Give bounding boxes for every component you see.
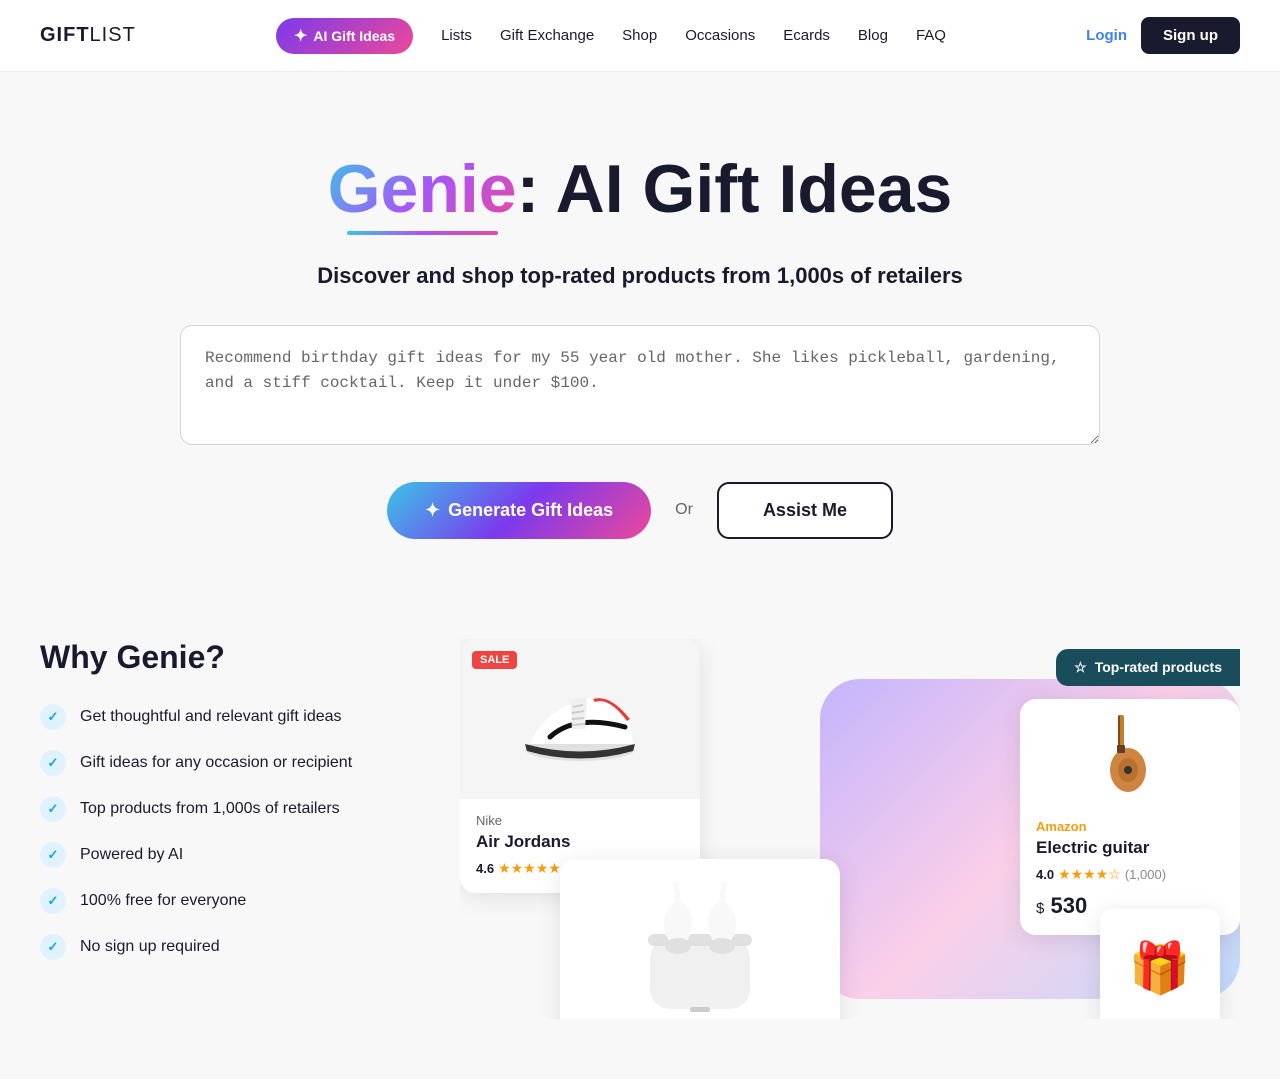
stars: ★★★★★ [498,860,561,877]
nav-gift-exchange[interactable]: Gift Exchange [500,27,594,44]
guitar-svg [1100,715,1160,795]
logo: GIFTLIST [40,24,136,47]
top-rated-badge: ☆ Top-rated products [1056,649,1240,686]
list-item: ✓ Powered by AI [40,842,400,868]
product-card-guitar[interactable]: Amazon Electric guitar 4.0 ★★★★☆ (1,000)… [1020,699,1240,935]
why-item-3: Top products from 1,000s of retailers [80,800,340,818]
prompt-textarea[interactable]: Recommend birthday gift ideas for my 55 … [180,325,1100,445]
why-genie-section: Why Genie? ✓ Get thoughtful and relevant… [40,639,400,980]
product-card-box[interactable]: 🎁 [1100,909,1220,1019]
card-2-brand: Amazon [1036,819,1224,834]
product-card-airpods[interactable] [560,859,840,1019]
list-item: ✓ Gift ideas for any occasion or recipie… [40,750,400,776]
why-item-5: 100% free for everyone [80,892,246,910]
ai-gift-ideas-button[interactable]: ✦ AI Gift Ideas [276,18,413,54]
shoe-image [515,669,645,769]
hero-section: Genie: AI Gift Ideas Discover and shop t… [0,72,1280,639]
product-image-area: SALE [460,639,700,799]
list-item: ✓ Get thoughtful and relevant gift ideas [40,704,400,730]
why-title: Why Genie? [40,639,400,676]
guitar-image [1036,715,1224,809]
nav-ecards[interactable]: Ecards [783,27,830,44]
hero-title: Genie: AI Gift Ideas [40,152,1240,235]
products-area: ☆ Top-rated products SALE [460,639,1240,1019]
box-icon: 🎁 [1129,939,1191,998]
top-rated-label: Top-rated products [1095,659,1222,675]
card-2-name: Electric guitar [1036,838,1224,858]
card-name: Air Jordans [476,832,684,852]
price-value: 530 [1050,893,1087,918]
assist-button[interactable]: Assist Me [717,482,893,539]
nav-actions: Login Sign up [1086,17,1240,54]
hero-subtitle: Discover and shop top-rated products fro… [40,263,1240,289]
hero-genie-word: Genie [328,152,517,235]
product-card-air-jordans[interactable]: SALE [460,639,700,893]
nav-links: ✦ AI Gift Ideas Lists Gift Exchange Shop… [276,18,946,54]
why-list: ✓ Get thoughtful and relevant gift ideas… [40,704,400,960]
sparkle-icon: ✦ [294,26,307,46]
nav-occasions[interactable]: Occasions [685,27,755,44]
card-brand: Nike [476,813,684,828]
why-item-1: Get thoughtful and relevant gift ideas [80,708,342,726]
login-button[interactable]: Login [1086,27,1127,44]
or-divider: Or [675,501,693,519]
generate-label: Generate Gift Ideas [448,500,613,521]
star-icon: ☆ [1074,659,1087,676]
nav-faq[interactable]: FAQ [916,27,946,44]
sale-badge: SALE [472,651,517,669]
signup-button[interactable]: Sign up [1141,17,1240,54]
lower-section: Why Genie? ✓ Get thoughtful and relevant… [0,639,1280,1079]
why-item-6: No sign up required [80,938,220,956]
ai-btn-label: AI Gift Ideas [313,28,395,44]
check-icon: ✓ [40,888,66,914]
hero-title-rest: : AI Gift Ideas [517,151,953,227]
nav-blog[interactable]: Blog [858,27,888,44]
stars: ★★★★☆ [1058,866,1121,883]
airpods-svg [620,879,780,1019]
check-icon: ✓ [40,796,66,822]
generate-button[interactable]: ✦ Generate Gift Ideas [387,482,651,539]
list-item: ✓ 100% free for everyone [40,888,400,914]
rating-count: (1,000) [1125,867,1166,882]
why-item-2: Gift ideas for any occasion or recipient [80,754,352,772]
why-item-4: Powered by AI [80,846,183,864]
navigation: GIFTLIST ✦ AI Gift Ideas Lists Gift Exch… [0,0,1280,72]
sparkle-icon: ✦ [425,500,440,521]
check-icon: ✓ [40,934,66,960]
list-item: ✓ No sign up required [40,934,400,960]
list-item: ✓ Top products from 1,000s of retailers [40,796,400,822]
rating-value: 4.0 [1036,867,1054,882]
price-symbol: $ [1036,900,1044,917]
cta-row: ✦ Generate Gift Ideas Or Assist Me [40,482,1240,539]
rating-value: 4.6 [476,861,494,876]
nav-lists[interactable]: Lists [441,27,472,44]
card-2-rating: 4.0 ★★★★☆ (1,000) [1036,866,1224,883]
nav-shop[interactable]: Shop [622,27,657,44]
check-icon: ✓ [40,704,66,730]
check-icon: ✓ [40,842,66,868]
check-icon: ✓ [40,750,66,776]
